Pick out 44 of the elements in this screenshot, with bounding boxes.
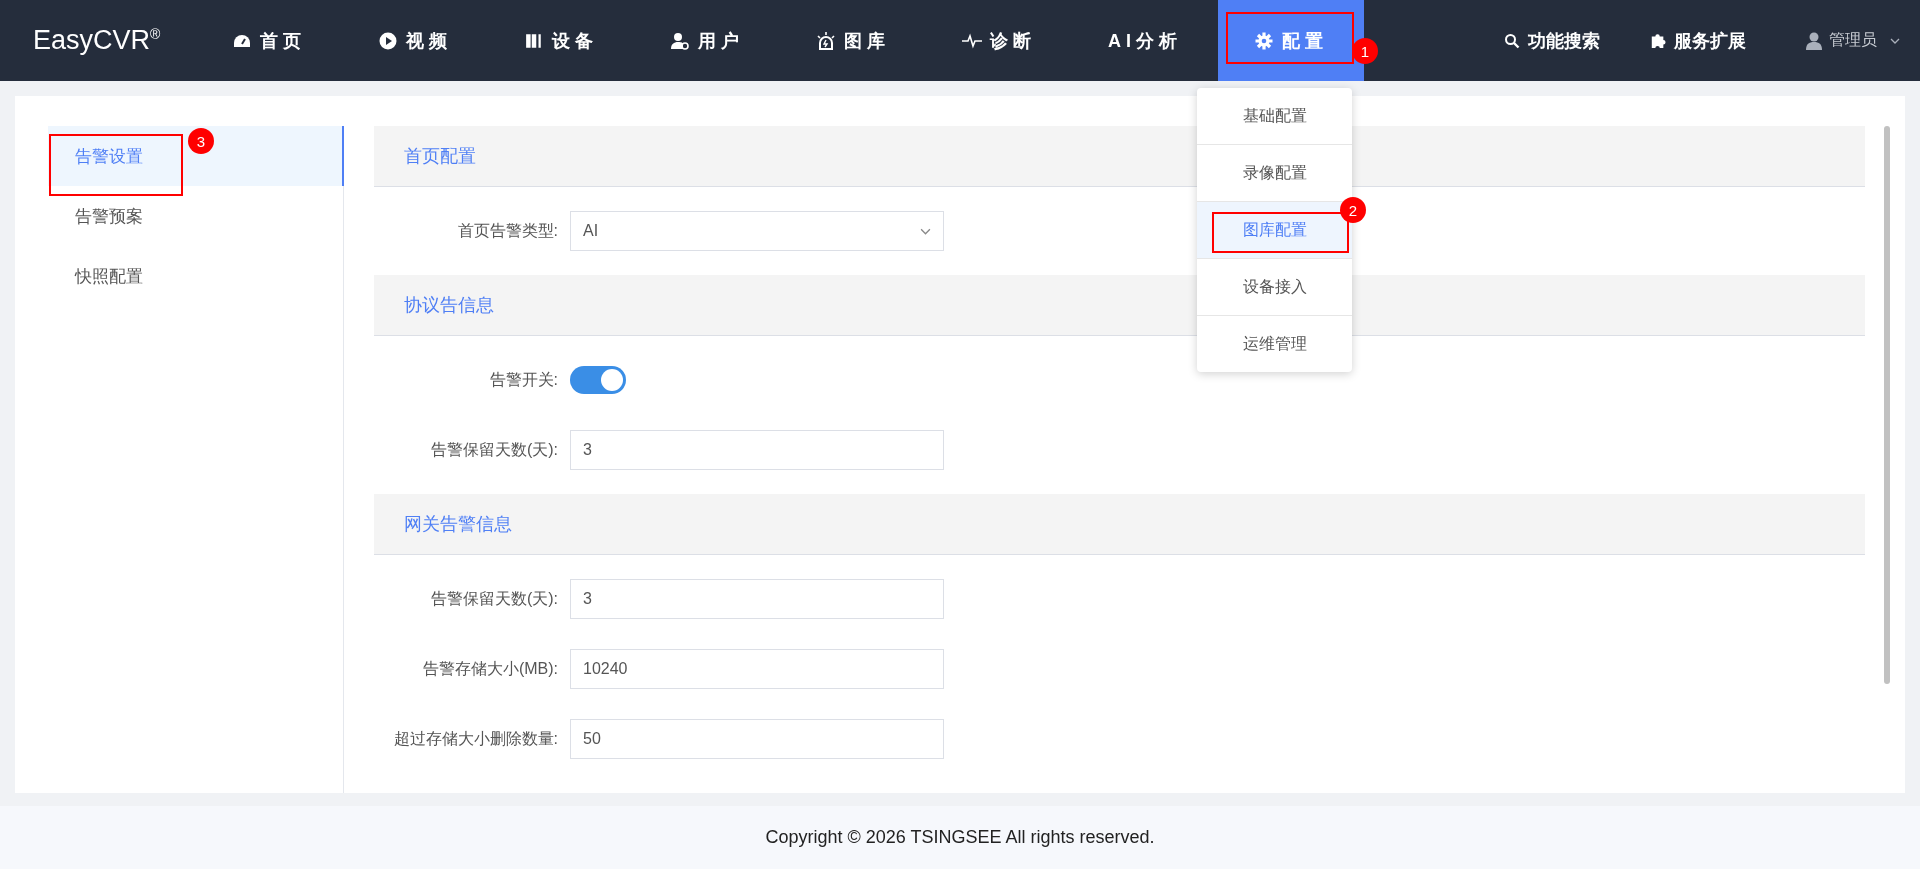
section-title: 网关告警信息: [404, 513, 512, 536]
caret-icon: [920, 227, 931, 235]
user-menu[interactable]: 管理员: [1806, 30, 1900, 51]
nav-tab[interactable]: 首页: [196, 0, 342, 81]
user-icon: [1806, 31, 1822, 50]
input-field[interactable]: 3: [570, 579, 944, 619]
nav-tab[interactable]: 设备: [488, 0, 634, 81]
copyright-text: Copyright © 2026 TSINGSEE All rights reserved.: [765, 827, 1155, 848]
menu-item[interactable]: 录像配置: [1197, 145, 1352, 201]
select-field[interactable]: AI: [570, 211, 944, 251]
field-label: 告警保留天数(天):: [429, 588, 559, 609]
nav-link[interactable]: 功能搜索: [1504, 28, 1600, 53]
input-field[interactable]: 3: [570, 430, 944, 470]
sidebar-item[interactable]: 告警预案: [48, 186, 343, 246]
sidebar-item[interactable]: 快照配置: [48, 246, 343, 306]
play-icon: [378, 31, 398, 50]
logo[interactable]: EasyCVR$^{®}$: [0, 25, 180, 56]
alarm-light-icon: [816, 31, 836, 50]
nav-tab[interactable]: AI分析: [1072, 0, 1218, 81]
section-title: 首页配置: [404, 145, 476, 168]
nav-link[interactable]: 服务扩展: [1650, 28, 1746, 53]
settings-icon: [1254, 31, 1274, 50]
nav-tab[interactable]: 用户: [634, 0, 780, 81]
field-label: 超过存储大小删除数量:: [392, 728, 559, 749]
input-field[interactable]: 10240: [570, 649, 944, 689]
field-label: 告警开关:: [488, 369, 559, 390]
nav-tab[interactable]: 图库: [780, 0, 926, 81]
field-label: 告警保留天数(天):: [429, 439, 559, 460]
book-icon: [524, 31, 544, 50]
field-label: 告警存储大小(MB):: [421, 658, 559, 679]
section-title: 协议告信息: [404, 294, 494, 317]
nav-tab[interactable]: 视频: [342, 0, 488, 81]
menu-item[interactable]: 基础配置: [1197, 88, 1352, 144]
menu-item[interactable]: 设备接入: [1197, 259, 1352, 315]
user-gear-icon: [670, 31, 690, 50]
search-icon: [1504, 32, 1520, 49]
puzzle-icon: [1650, 32, 1666, 49]
menu-item[interactable]: 运维管理: [1197, 316, 1352, 372]
input-field[interactable]: 50: [570, 719, 944, 759]
caret-icon: [1890, 37, 1900, 44]
annotation-badge: 1: [1352, 38, 1378, 64]
nav-tab[interactable]: 诊断: [926, 0, 1072, 81]
toggle-switch[interactable]: [570, 366, 626, 394]
field-label: 首页告警类型:: [456, 220, 559, 241]
